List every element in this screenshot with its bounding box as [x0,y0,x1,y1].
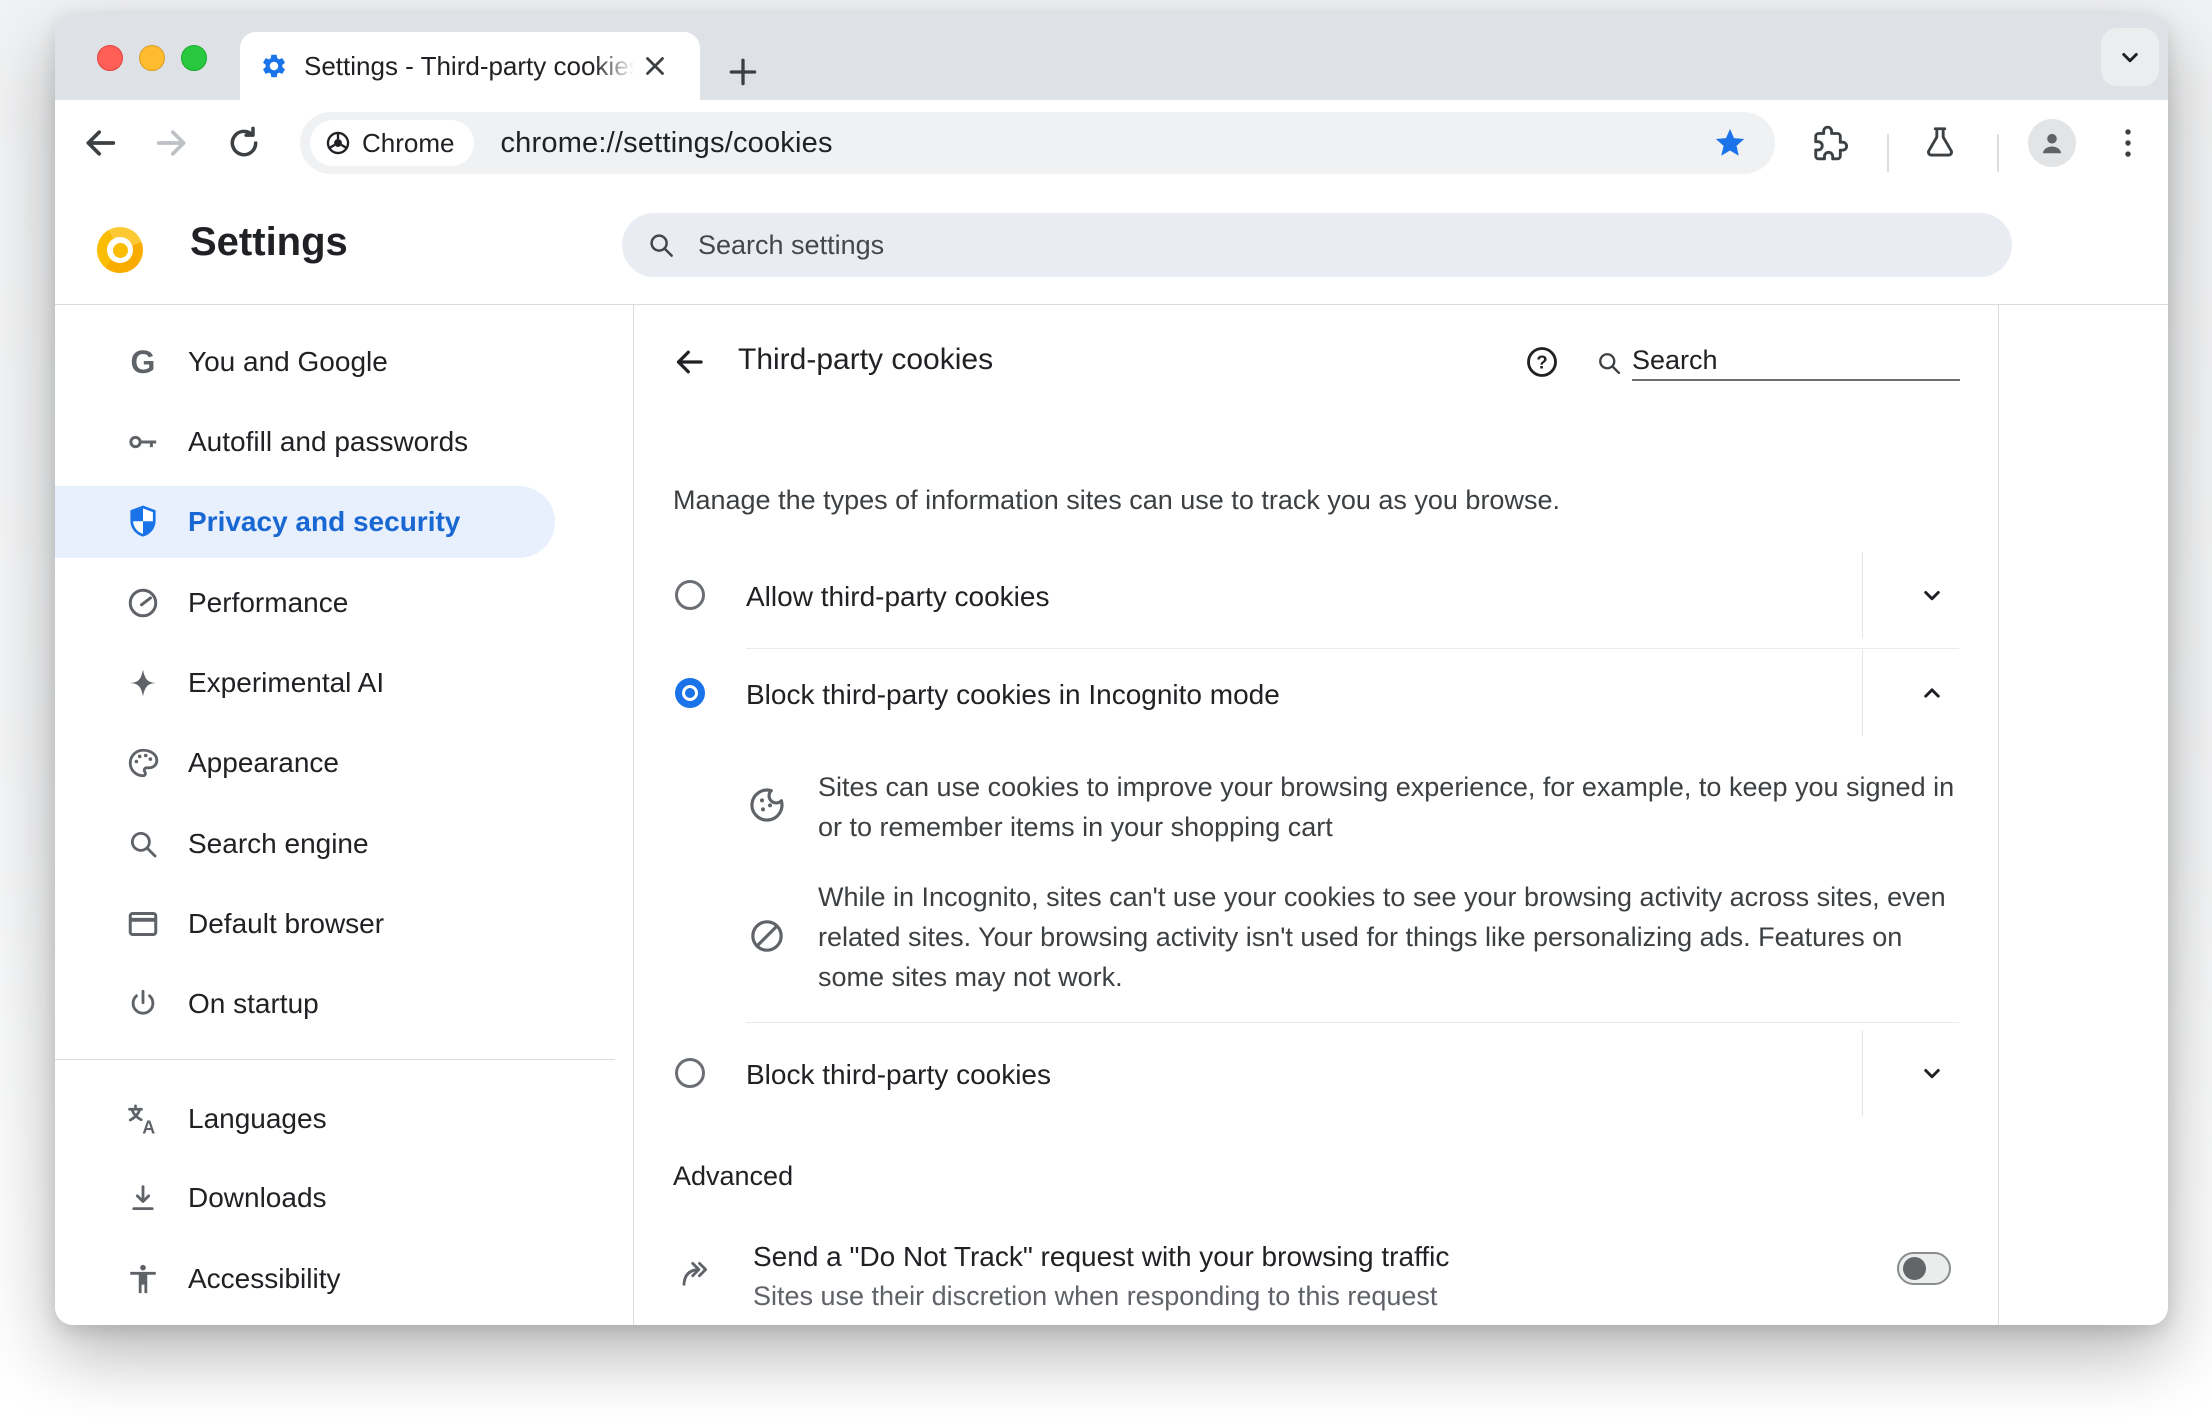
tab-search-button[interactable] [2101,28,2159,86]
divider [746,1022,1959,1023]
detail-text-cookies: Sites can use cookies to improve your br… [818,772,1955,842]
option-block-incognito[interactable]: Block third-party cookies in Incognito m… [673,650,1959,736]
svg-text:A: A [142,1117,155,1137]
sidebar-item-on-startup[interactable]: On startup [55,968,555,1040]
palette-icon [121,741,165,785]
browser-window: Settings - Third-party cookies Chrome ch… [55,14,2168,1325]
sidebar-item-downloads[interactable]: Downloads [55,1162,555,1234]
avatar[interactable] [2028,119,2076,167]
sidebar-item-you-and-google[interactable]: G You and Google [55,326,555,398]
chrome-logo-icon [324,129,352,157]
shield-icon [121,500,165,544]
speedometer-icon [121,581,165,625]
active-tab[interactable]: Settings - Third-party cookies [240,32,700,100]
beaker-icon[interactable] [1921,124,1959,162]
minimize-window-button[interactable] [139,45,165,71]
site-info-chip[interactable]: Chrome [310,120,475,166]
close-window-button[interactable] [97,45,123,71]
search-icon [646,230,676,260]
toolbar-divider [1887,134,1889,172]
sidebar-item-search-engine[interactable]: Search engine [55,808,555,880]
sidebar-item-default-browser[interactable]: Default browser [55,888,555,960]
option-block-third-party[interactable]: Block third-party cookies [673,1030,1959,1116]
chevron-down-icon[interactable] [1917,1058,1947,1088]
back-arrow-icon[interactable] [671,344,707,380]
power-icon [121,982,165,1026]
sidebar: G You and Google Autofill and passwords [55,305,633,1325]
reload-icon[interactable] [224,123,264,163]
radio-selected[interactable] [675,678,705,708]
search-icon [1595,349,1623,377]
site-chip-label: Chrome [362,127,455,158]
settings-search-bar[interactable] [622,213,2012,277]
puzzle-icon[interactable] [1811,124,1849,162]
intro-text: Manage the types of information sites ca… [673,485,1560,515]
content-card: Third-party cookies ? Manage the types o… [633,305,1999,1325]
sparkle-icon [121,661,165,705]
sidebar-divider [55,1059,615,1060]
sidebar-item-appearance[interactable]: Appearance [55,727,555,799]
sidebar-item-autofill[interactable]: Autofill and passwords [55,406,555,478]
dnt-title: Send a "Do Not Track" request with your … [753,1241,1450,1272]
address-bar[interactable]: Chrome chrome://settings/cookies [300,112,1775,174]
tab-strip: Settings - Third-party cookies [55,14,2168,100]
row-divider [1862,650,1863,736]
sidebar-item-performance[interactable]: Performance [55,567,555,639]
dnt-subtitle: Sites use their discretion when respondi… [753,1281,1438,1311]
download-icon [121,1176,165,1220]
settings-gear-icon [260,52,288,80]
star-filled-icon[interactable] [1713,126,1747,160]
section-search-input[interactable] [1632,341,1960,381]
chevron-down-icon[interactable] [1917,580,1947,610]
google-g-icon: G [130,343,156,380]
page-title: Settings [190,220,348,264]
svg-text:?: ? [1536,352,1547,373]
chrome-canary-logo [97,227,143,273]
zoom-window-button[interactable] [181,45,207,71]
new-tab-button[interactable] [723,52,763,92]
dnt-toggle[interactable] [1897,1252,1951,1285]
toolbar-divider [1997,134,1999,172]
settings-header: Settings [55,186,2168,305]
radio-unselected[interactable] [675,1058,705,1088]
help-circle-icon[interactable]: ? [1524,344,1560,380]
row-divider [1862,552,1863,638]
advanced-heading: Advanced [673,1161,794,1191]
sidebar-item-accessibility[interactable]: Accessibility [55,1243,555,1315]
settings-search-input[interactable] [698,229,1988,261]
divider [746,648,1959,649]
accessibility-icon [121,1257,165,1301]
sidebar-item-privacy-security[interactable]: Privacy and security [55,486,555,558]
sidebar-item-languages[interactable]: A Languages [55,1083,555,1155]
cookie-icon [747,785,787,825]
browser-window-icon [121,902,165,946]
translate-icon: A [121,1097,165,1141]
url-bar-text[interactable]: chrome://settings/cookies [500,127,832,160]
chevron-down-icon [2115,42,2145,72]
blocked-icon [747,916,787,956]
three-dot-menu-icon[interactable] [2109,124,2147,162]
option-allow-third-party[interactable]: Allow third-party cookies [673,552,1959,638]
traffic-lights [97,45,207,71]
chevron-up-icon[interactable] [1917,678,1947,708]
browser-toolbar: Chrome chrome://settings/cookies [55,100,2168,186]
close-tab-icon[interactable] [640,51,670,81]
tab-title: Settings - Third-party cookies [304,50,634,82]
search-icon [121,822,165,866]
dnt-arrow-icon [678,1255,714,1291]
key-icon [121,420,165,464]
back-arrow-icon[interactable] [80,123,120,163]
main-region: G You and Google Autofill and passwords [55,305,2168,1325]
sidebar-item-experimental-ai[interactable]: Experimental AI [55,647,555,719]
toggle-knob [1903,1257,1926,1280]
section-title: Third-party cookies [738,343,994,376]
row-divider [1862,1030,1863,1116]
profile-person-icon [2035,126,2069,160]
forward-arrow-icon[interactable] [152,123,192,163]
detail-text-incognito: While in Incognito, sites can't use your… [818,882,1946,992]
radio-unselected[interactable] [675,580,705,610]
